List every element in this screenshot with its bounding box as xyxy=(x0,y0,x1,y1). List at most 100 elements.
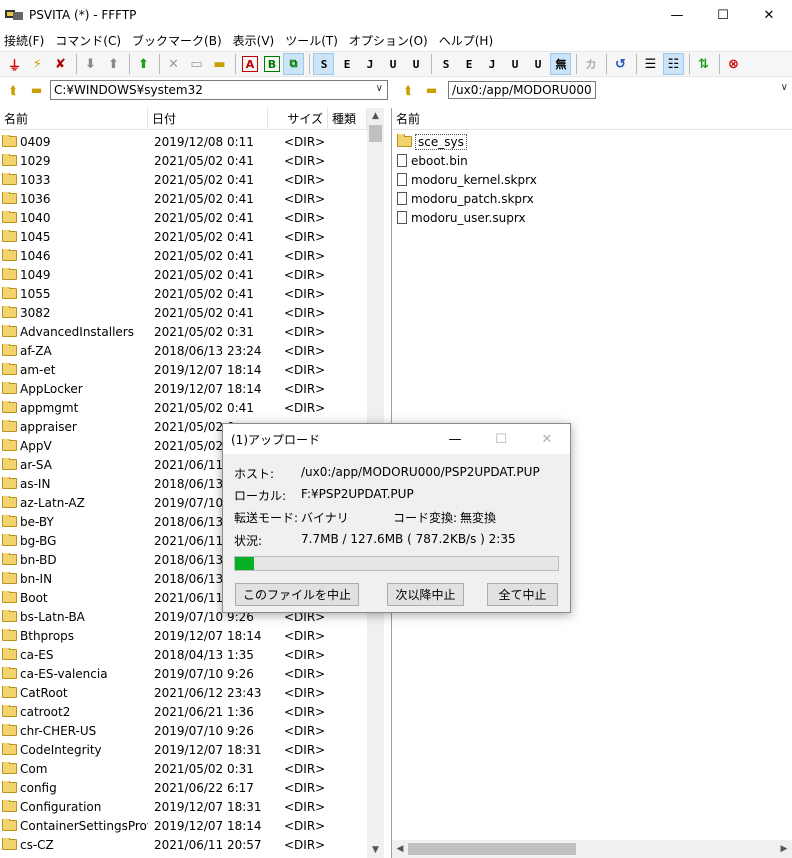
file-name-cell: chr-CHER-US xyxy=(0,723,148,738)
cancel-following-button[interactable]: 次以降中止 xyxy=(387,583,464,606)
table-row[interactable]: catroot2 2021/06/21 1:36 <DIR> xyxy=(0,702,326,721)
parent-folder-icon[interactable]: ⮬ xyxy=(399,81,418,99)
binary-mode-icon[interactable]: B xyxy=(264,56,280,72)
file-size: <DIR> xyxy=(284,153,326,168)
menu-tools[interactable]: ツール(T) xyxy=(281,32,342,49)
remote-path-input[interactable]: /ux0:/app/MODORU000 ∨ xyxy=(445,80,792,100)
rename-icon[interactable]: ▭ xyxy=(186,53,207,75)
connect-icon[interactable]: ⏚ xyxy=(4,53,25,75)
abort-icon[interactable]: ⊗ xyxy=(723,53,744,75)
table-row[interactable]: sce_sys xyxy=(392,132,772,151)
table-row[interactable]: ContainerSettingsProv... 2019/12/07 18:14… xyxy=(0,816,326,835)
scroll-right-icon[interactable]: ▶ xyxy=(776,840,792,858)
mkdir-icon[interactable]: ▬ xyxy=(209,53,230,75)
local-path-input[interactable]: C:¥WINDOWS¥system32 ∨ xyxy=(50,80,388,100)
chevron-down-icon[interactable]: ∨ xyxy=(376,83,383,94)
table-row[interactable]: 1045 2021/05/02 0:41 <DIR> xyxy=(0,227,326,246)
table-row[interactable]: eboot.bin xyxy=(392,151,772,170)
utf8bom-local-icon[interactable]: U xyxy=(527,53,548,75)
scroll-thumb[interactable] xyxy=(408,843,576,855)
maximize-button[interactable]: ☐ xyxy=(700,0,746,30)
quick-connect-icon[interactable]: ⚡ xyxy=(27,53,48,75)
euc-local-icon[interactable]: E xyxy=(458,53,479,75)
list-view-icon[interactable]: ☰ xyxy=(640,53,661,75)
menu-command[interactable]: コマンド(C) xyxy=(51,32,125,49)
table-row[interactable]: AppLocker 2019/12/07 18:14 <DIR> xyxy=(0,379,326,398)
minimize-button[interactable]: — xyxy=(654,0,700,30)
table-row[interactable]: 0409 2019/12/08 0:11 <DIR> xyxy=(0,132,326,151)
table-row[interactable]: 1033 2021/05/02 0:41 <DIR> xyxy=(0,170,326,189)
jis-icon[interactable]: J xyxy=(359,53,380,75)
table-row[interactable]: 1029 2021/05/02 0:41 <DIR> xyxy=(0,151,326,170)
column-kind[interactable]: 種類 xyxy=(328,108,367,130)
delete-icon[interactable]: ✕ xyxy=(163,53,184,75)
column-name[interactable]: 名前 xyxy=(392,108,792,130)
utf8n-local-icon[interactable]: U xyxy=(504,53,525,75)
table-row[interactable]: CodeIntegrity 2019/12/07 18:31 <DIR> xyxy=(0,740,326,759)
column-size[interactable]: サイズ xyxy=(268,108,328,130)
table-row[interactable]: af-ZA 2018/06/13 23:24 <DIR> xyxy=(0,341,326,360)
table-row[interactable]: appmgmt 2021/05/02 0:41 <DIR> xyxy=(0,398,326,417)
column-name[interactable]: 名前 xyxy=(0,108,148,130)
dialog-minimize-button[interactable]: — xyxy=(432,424,478,454)
table-row[interactable]: AdvancedInstallers 2021/05/02 0:31 <DIR> xyxy=(0,322,326,341)
utf8bom-icon[interactable]: U xyxy=(405,53,426,75)
remote-horizontal-scrollbar[interactable]: ◀ ▶ xyxy=(392,840,792,858)
table-row[interactable]: cs-CZ 2021/06/11 20:57 <DIR> xyxy=(0,835,326,854)
ascii-mode-icon[interactable]: A xyxy=(242,56,258,72)
scroll-thumb[interactable] xyxy=(369,125,382,142)
parent-folder-icon[interactable]: ⮬ xyxy=(4,81,23,99)
sjis-icon[interactable]: S xyxy=(313,53,334,75)
table-row[interactable]: modoru_user.suprx xyxy=(392,208,772,227)
remote-path-value: /ux0:/app/MODORU000 xyxy=(448,81,596,99)
no-conversion-icon[interactable]: 無 xyxy=(550,53,571,75)
euc-icon[interactable]: E xyxy=(336,53,357,75)
table-row[interactable]: ca-ES-valencia 2019/07/10 9:26 <DIR> xyxy=(0,664,326,683)
table-row[interactable]: 1046 2021/05/02 0:41 <DIR> xyxy=(0,246,326,265)
open-folder-icon[interactable]: ▬ xyxy=(27,81,46,99)
kana-conversion-icon[interactable]: カ xyxy=(580,53,601,75)
menu-connect[interactable]: 接続(F) xyxy=(0,32,48,49)
open-folder-icon[interactable]: ▬ xyxy=(422,81,441,99)
detail-view-icon[interactable]: ☷ xyxy=(663,53,684,75)
table-row[interactable]: ca-ES 2018/04/13 1:35 <DIR> xyxy=(0,645,326,664)
table-row[interactable]: 1049 2021/05/02 0:41 <DIR> xyxy=(0,265,326,284)
table-row[interactable]: 1036 2021/05/02 0:41 <DIR> xyxy=(0,189,326,208)
chevron-down-icon[interactable]: ∨ xyxy=(781,82,788,93)
sjis-local-icon[interactable]: S xyxy=(435,53,456,75)
table-row[interactable]: Configuration 2019/12/07 18:31 <DIR> xyxy=(0,797,326,816)
table-row[interactable]: CatRoot 2021/06/12 23:43 <DIR> xyxy=(0,683,326,702)
table-row[interactable]: 3082 2021/05/02 0:41 <DIR> xyxy=(0,303,326,322)
cancel-this-file-button[interactable]: このファイルを中止 xyxy=(235,583,359,606)
jis-local-icon[interactable]: J xyxy=(481,53,502,75)
table-row[interactable]: Bthprops 2019/12/07 18:14 <DIR> xyxy=(0,626,326,645)
file-date: 2019/12/07 18:31 xyxy=(154,742,262,757)
table-row[interactable]: modoru_kernel.skprx xyxy=(392,170,772,189)
table-row[interactable]: config 2021/06/22 6:17 <DIR> xyxy=(0,778,326,797)
mirror-upload-icon[interactable]: ⬆ xyxy=(133,53,154,75)
scroll-up-icon[interactable]: ▲ xyxy=(367,108,384,124)
table-row[interactable]: modoru_patch.skprx xyxy=(392,189,772,208)
download-icon[interactable]: ⬇ xyxy=(80,53,101,75)
menu-bookmark[interactable]: ブックマーク(B) xyxy=(128,32,226,49)
table-row[interactable]: am-et 2019/12/07 18:14 <DIR> xyxy=(0,360,326,379)
cancel-all-button[interactable]: 全て中止 xyxy=(487,583,558,606)
menu-help[interactable]: ヘルプ(H) xyxy=(435,32,497,49)
utf8n-icon[interactable]: U xyxy=(382,53,403,75)
upload-icon[interactable]: ⬆ xyxy=(103,53,124,75)
refresh-icon[interactable]: ↺ xyxy=(610,53,631,75)
table-row[interactable]: chr-CHER-US 2019/07/10 9:26 <DIR> xyxy=(0,721,326,740)
close-button[interactable]: ✕ xyxy=(746,0,792,30)
table-row[interactable]: Com 2021/05/02 0:31 <DIR> xyxy=(0,759,326,778)
disconnect-icon[interactable]: ✘ xyxy=(50,53,71,75)
sync-browse-icon[interactable]: ⇅ xyxy=(693,53,714,75)
scroll-left-icon[interactable]: ◀ xyxy=(392,840,408,858)
column-date[interactable]: 日付 xyxy=(148,108,268,130)
file-date: 2019/12/07 18:31 xyxy=(154,799,262,814)
menu-options[interactable]: オプション(O) xyxy=(345,32,432,49)
menu-view[interactable]: 表示(V) xyxy=(229,32,279,49)
table-row[interactable]: 1055 2021/05/02 0:41 <DIR> xyxy=(0,284,326,303)
auto-mode-icon[interactable]: ⧉ xyxy=(283,53,304,75)
table-row[interactable]: 1040 2021/05/02 0:41 <DIR> xyxy=(0,208,326,227)
scroll-down-icon[interactable]: ▼ xyxy=(367,842,384,858)
